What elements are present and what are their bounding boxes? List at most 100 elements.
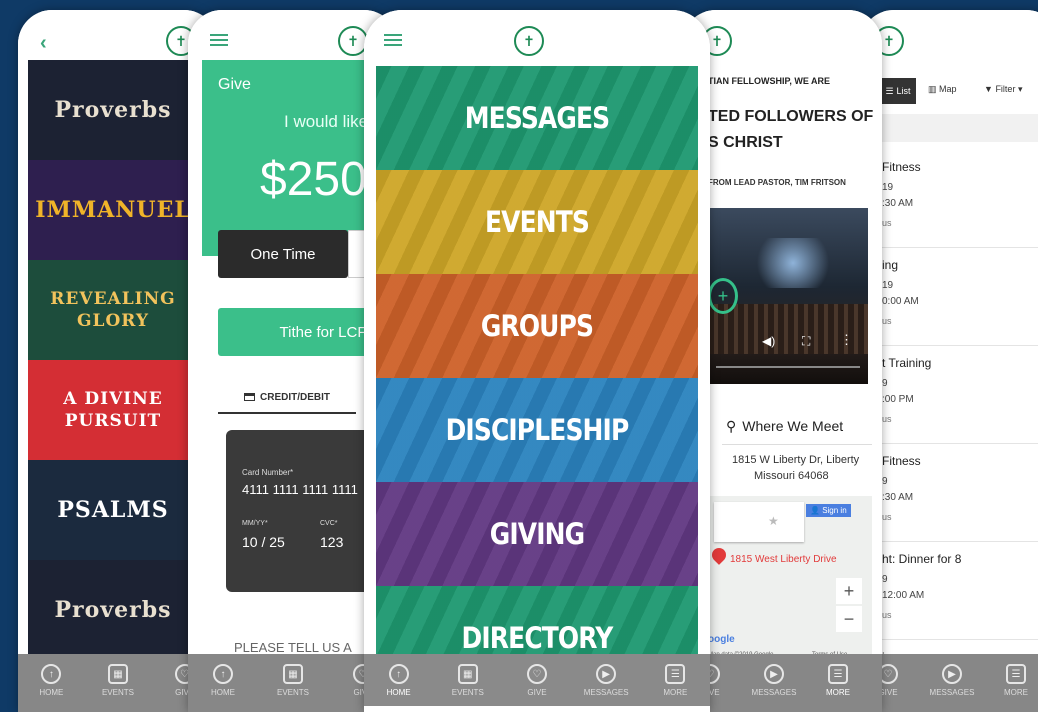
zoom-out-button[interactable]: − <box>836 606 862 632</box>
zoom-in-button[interactable]: + <box>836 578 862 604</box>
one-time-button[interactable]: One Time <box>218 230 348 278</box>
tab-bar: ♡ GIVE ▶ MESSAGES ☰ MORE <box>682 654 882 712</box>
cvc-label: CVC* <box>320 520 338 527</box>
tab-messages[interactable]: ▶ MESSAGES <box>924 664 980 697</box>
series-card[interactable]: Proverbs <box>28 60 198 160</box>
event-title: ing <box>882 258 899 272</box>
event-list-item[interactable]: ht: Dinner for 8 9 12:00 AM us <box>878 542 1038 640</box>
tab-give[interactable]: ♡ GIVE <box>509 664 565 697</box>
back-icon[interactable]: ‹ <box>40 32 47 55</box>
tab-label: EVENTS <box>101 688 134 697</box>
series-card[interactable]: A DIVINE PURSUIT <box>28 360 198 460</box>
tab-home[interactable]: ↑ HOME <box>23 664 79 697</box>
series-title: Proverbs <box>54 96 172 123</box>
event-list-item[interactable]: Fitness 19:30 AM us <box>878 150 1038 248</box>
tab-messages[interactable]: ▶ MESSAGES <box>578 664 634 697</box>
menu-icon[interactable] <box>384 34 402 46</box>
up-arrow-icon: ↑ <box>41 664 62 684</box>
menu-item-label: GROUPS <box>480 309 594 343</box>
series-title: Proverbs <box>54 596 172 623</box>
map-toggle[interactable]: ▥ Map <box>928 84 957 95</box>
map-pin-icon[interactable] <box>709 545 729 565</box>
sign-in-button[interactable]: 👤 Sign in <box>806 504 851 517</box>
fullscreen-icon[interactable]: ⛶ <box>802 334 810 349</box>
series-card[interactable]: Proverbs <box>28 560 198 660</box>
event-list-item[interactable]: t Training 9:00 PM us <box>878 346 1038 444</box>
series-card[interactable]: IMMANUEL <box>28 160 198 260</box>
event-location: us <box>882 610 892 620</box>
tab-more[interactable]: ☰ MORE <box>988 664 1038 697</box>
map-logo: oogle <box>708 634 735 645</box>
volume-icon[interactable]: ◀) <box>762 334 775 348</box>
event-time: 12:00 AM <box>882 590 925 601</box>
sign-in-label: Sign in <box>822 506 847 515</box>
event-location: us <box>882 512 892 522</box>
cvc-value[interactable]: 123 <box>320 534 343 550</box>
map-icon: ▥ <box>928 84 937 94</box>
event-title: ht: Dinner for 8 <box>882 552 962 566</box>
series-card[interactable]: PSALMS <box>28 460 198 560</box>
tab-home[interactable]: ↑ HOME <box>371 664 427 697</box>
tab-label: MESSAGES <box>751 688 797 697</box>
tab-credit-debit[interactable]: CREDIT/DEBIT <box>218 382 356 414</box>
event-list-item[interactable]: Fitness 9:30 AM us <box>878 444 1038 542</box>
give-amount[interactable]: $250 <box>260 152 367 207</box>
event-location: us <box>882 414 892 424</box>
exp-value[interactable]: 10 / 25 <box>242 534 285 550</box>
map-pin-label: 1815 West Liberty Drive <box>730 554 837 565</box>
calendar-icon: ▦ <box>107 664 128 684</box>
event-location: us <box>882 218 892 228</box>
pastor-line: FROM LEAD PASTOR, TIM FRITSON <box>708 178 846 187</box>
header: ✝ <box>682 10 882 60</box>
address-line-2: Missouri 64068 <box>754 470 829 482</box>
tab-events[interactable]: ▦ EVENTS <box>265 664 321 697</box>
tab-label: GIVE <box>527 688 547 697</box>
tab-label: MORE <box>663 688 688 697</box>
tab-home[interactable]: ↑ HOME <box>195 664 251 697</box>
event-title: t Training <box>882 356 932 370</box>
menu-item-label: GIVING <box>489 517 585 551</box>
menu-item-label: DISCIPLESHIP <box>445 413 630 447</box>
tab-more[interactable]: ☰ MORE <box>647 664 703 697</box>
event-time: 0:00 AM <box>882 296 919 307</box>
tab-label: MESSAGES <box>929 688 975 697</box>
list-label: List <box>896 86 911 96</box>
map-view[interactable]: ★ 👤 Sign in 1815 West Liberty Drive + − … <box>708 496 872 664</box>
phone-about: ✝ TIAN FELLOWSHIP, WE ARE TED FOLLOWERS … <box>682 10 882 712</box>
tab-label: MORE <box>1004 688 1028 697</box>
map-card <box>714 502 804 542</box>
series-card[interactable]: REVEALING GLORY <box>28 260 198 360</box>
series-title: REVEALING GLORY <box>50 288 176 331</box>
fund-label: Tithe for LCF <box>279 323 367 341</box>
series-title: IMMANUEL <box>35 196 191 223</box>
map-label: Map <box>939 84 957 94</box>
where-title: Where We Meet <box>742 418 844 434</box>
play-icon: ▶ <box>596 664 617 684</box>
list-icon: ☰ <box>885 85 894 96</box>
menu-item-label: EVENTS <box>484 205 590 239</box>
filter-label: Filter <box>995 84 1016 94</box>
filter-dropdown[interactable]: ▼ Filter ▾ <box>984 84 1022 95</box>
tab-label: HOME <box>39 688 64 697</box>
more-icon[interactable]: ⋮ <box>840 332 853 348</box>
toolbar-divider <box>860 114 1038 142</box>
menu-icon[interactable] <box>210 34 228 46</box>
video-player[interactable]: + ◀) ⛶ ⋮ <box>708 208 868 384</box>
event-list-item[interactable]: ing 19 0:00 AM us <box>878 248 1038 346</box>
progress-bar[interactable] <box>716 366 860 368</box>
tab-events[interactable]: ▦ EVENTS <box>90 664 146 697</box>
menu-icon: ☰ <box>665 664 686 684</box>
card-number[interactable]: 4111 1111 1111 1111 <box>242 482 358 497</box>
heading-line-1: TED FOLLOWERS OF <box>708 108 874 125</box>
tab-label: HOME <box>386 688 411 697</box>
card-icon <box>244 393 255 401</box>
tab-more[interactable]: ☰ MORE <box>810 664 866 697</box>
tab-events[interactable]: ▦ EVENTS <box>440 664 496 697</box>
list-toggle[interactable]: ☰ List <box>880 78 916 104</box>
star-icon[interactable]: ★ <box>768 514 779 528</box>
location-pin-icon: ⚲ <box>726 418 737 434</box>
tab-label: HOME <box>211 688 235 697</box>
heading-line-2: S CHRIST <box>708 134 783 151</box>
tab-messages[interactable]: ▶ MESSAGES <box>746 664 802 697</box>
address-line-1: 1815 W Liberty Dr, Liberty <box>732 454 860 466</box>
